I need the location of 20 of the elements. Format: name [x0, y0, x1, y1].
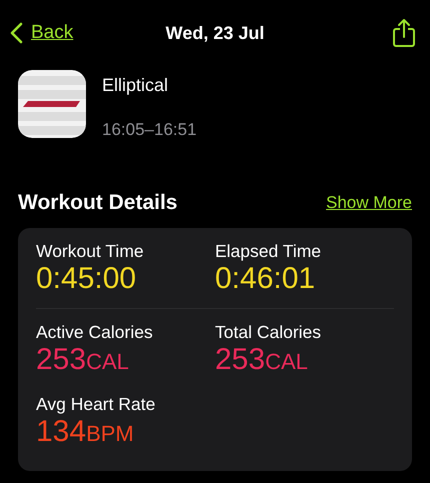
metric-value: 134BPM [36, 415, 134, 450]
show-more-link[interactable]: Show More [326, 190, 412, 215]
metric-label: Active Calories [36, 321, 154, 343]
metric-label: Workout Time [36, 240, 145, 262]
app-icon [18, 70, 86, 138]
metric-value: 253CAL [215, 343, 308, 378]
nav-title: Wed, 23 Jul [166, 22, 264, 44]
workout-name: Elliptical [102, 74, 170, 97]
back-button[interactable]: Back [10, 18, 74, 48]
time-range: 16:05–16:51 [102, 119, 197, 141]
section-title: Workout Details [18, 190, 178, 216]
metric-value: 253CAL [36, 343, 129, 378]
metric-label: Avg Heart Rate [36, 393, 156, 415]
metric-label: Elapsed Time [215, 240, 322, 262]
back-chevron-icon [10, 22, 23, 44]
metric-label: Total Calories [215, 321, 322, 343]
metric-value: 0:46:01 [215, 262, 316, 296]
metric-value: 0:45:00 [36, 262, 136, 296]
share-button[interactable] [392, 18, 416, 48]
share-icon [392, 18, 416, 48]
